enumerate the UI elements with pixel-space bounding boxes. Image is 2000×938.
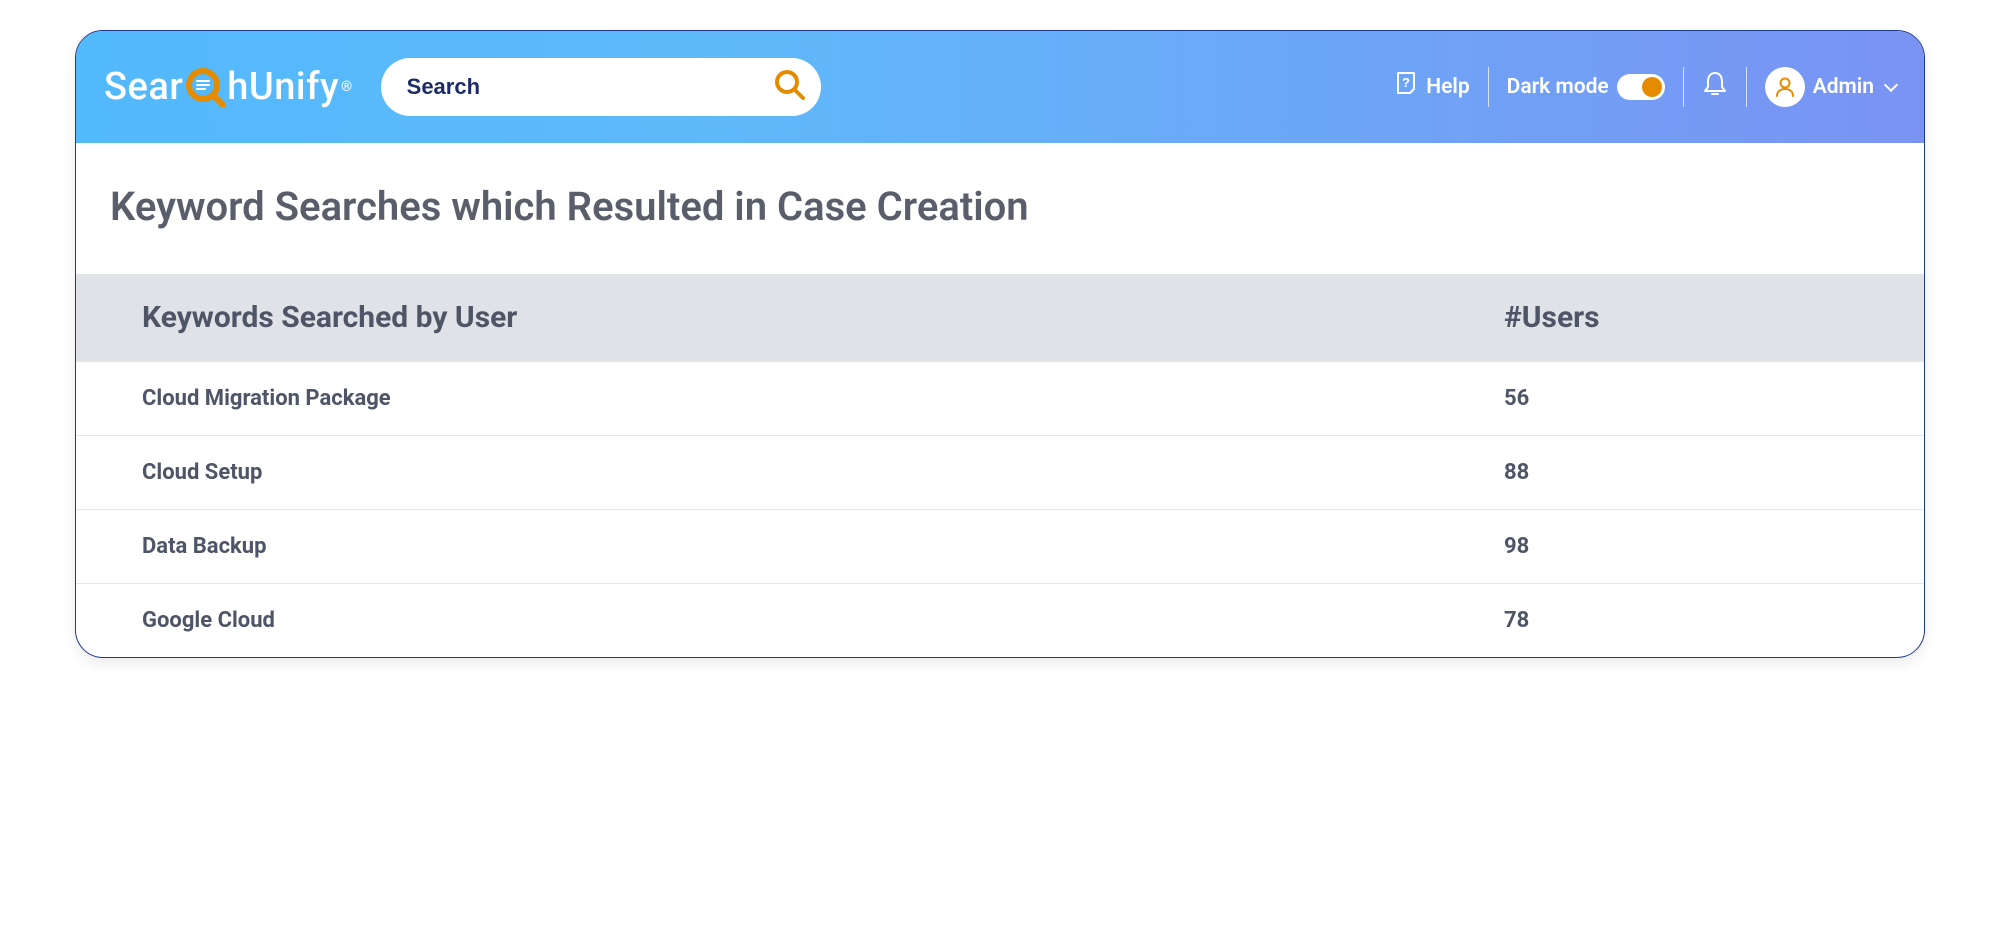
dark-mode-toggle-group: Dark mode bbox=[1507, 74, 1665, 100]
cell-users: 56 bbox=[1504, 362, 1924, 436]
separator bbox=[1488, 67, 1489, 107]
notifications-button[interactable] bbox=[1702, 70, 1728, 104]
logo-lens-icon bbox=[185, 67, 225, 107]
cell-users: 98 bbox=[1504, 510, 1924, 584]
app-card: Sear hUnify ® bbox=[75, 30, 1925, 658]
col-keywords: Keywords Searched by User bbox=[76, 274, 1504, 362]
dark-mode-label: Dark mode bbox=[1507, 75, 1609, 99]
search-icon bbox=[773, 68, 807, 106]
page-title: Keyword Searches which Resulted in Case … bbox=[76, 143, 1924, 274]
keywords-table: Keywords Searched by User #Users Cloud M… bbox=[76, 274, 1924, 657]
svg-text:?: ? bbox=[1402, 75, 1410, 90]
logo-text-a: Sear bbox=[104, 65, 183, 109]
separator bbox=[1683, 67, 1684, 107]
table-row: Google Cloud 78 bbox=[76, 584, 1924, 658]
logo: Sear hUnify ® bbox=[104, 65, 353, 109]
user-icon bbox=[1773, 75, 1797, 99]
bell-icon bbox=[1702, 70, 1728, 104]
logo-text-b: hUnify bbox=[227, 65, 339, 109]
cell-keyword: Data Backup bbox=[76, 510, 1504, 584]
help-link[interactable]: ? Help bbox=[1394, 71, 1469, 103]
table-body: Cloud Migration Package 56 Cloud Setup 8… bbox=[76, 362, 1924, 658]
separator bbox=[1746, 67, 1747, 107]
cell-keyword: Google Cloud bbox=[76, 584, 1504, 658]
cell-keyword: Cloud Migration Package bbox=[76, 362, 1504, 436]
search-bar[interactable] bbox=[381, 58, 821, 116]
table-row: Cloud Setup 88 bbox=[76, 436, 1924, 510]
col-users: #Users bbox=[1504, 274, 1924, 362]
help-label: Help bbox=[1426, 75, 1469, 99]
cell-users: 88 bbox=[1504, 436, 1924, 510]
app-header: Sear hUnify ® bbox=[76, 31, 1924, 143]
toggle-knob bbox=[1642, 77, 1662, 97]
help-icon: ? bbox=[1394, 71, 1418, 103]
chevron-down-icon bbox=[1884, 78, 1898, 92]
header-right: ? Help Dark mode bbox=[1394, 67, 1896, 107]
content: Keyword Searches which Resulted in Case … bbox=[76, 143, 1924, 657]
logo-registered: ® bbox=[341, 79, 353, 95]
search-button[interactable] bbox=[769, 66, 811, 108]
user-menu[interactable]: Admin bbox=[1765, 67, 1896, 107]
table-header-row: Keywords Searched by User #Users bbox=[76, 274, 1924, 362]
search-input[interactable] bbox=[407, 74, 769, 100]
dark-mode-toggle[interactable] bbox=[1617, 74, 1665, 100]
table-row: Data Backup 98 bbox=[76, 510, 1924, 584]
avatar bbox=[1765, 67, 1805, 107]
cell-users: 78 bbox=[1504, 584, 1924, 658]
user-role: Admin bbox=[1813, 75, 1874, 99]
table-row: Cloud Migration Package 56 bbox=[76, 362, 1924, 436]
cell-keyword: Cloud Setup bbox=[76, 436, 1504, 510]
